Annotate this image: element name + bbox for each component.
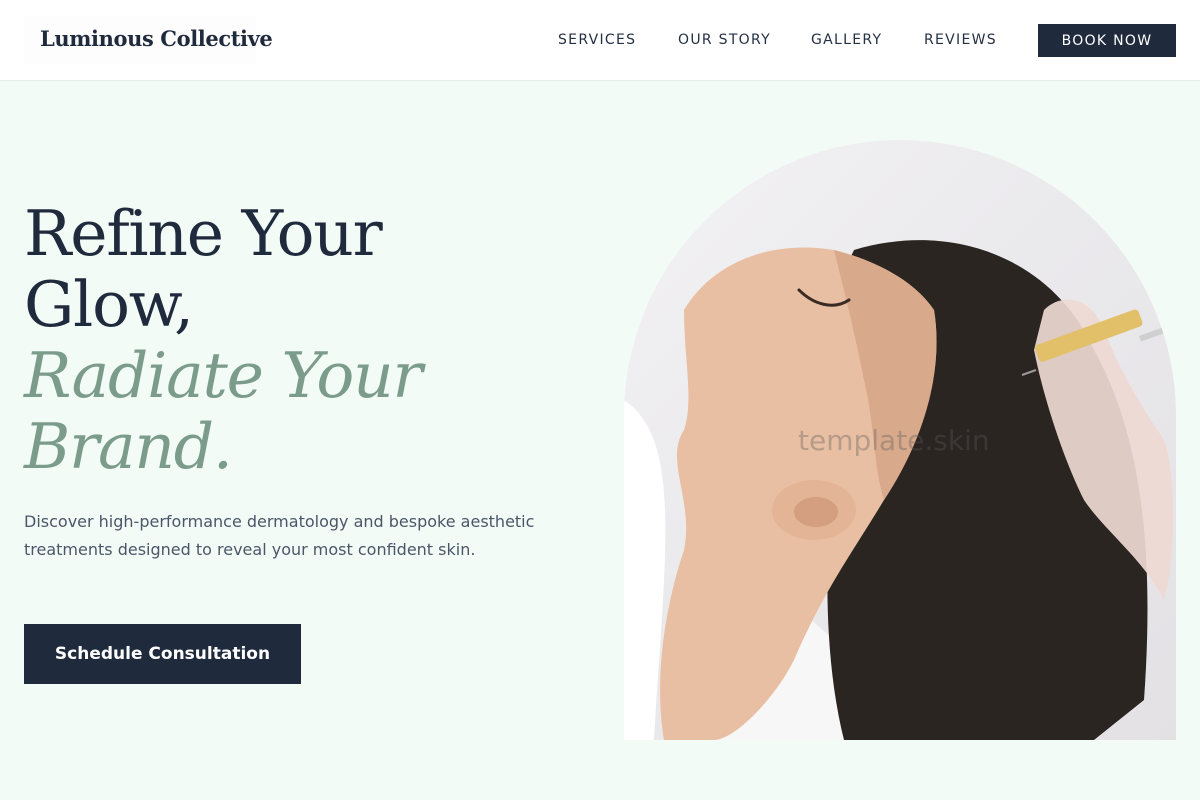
syringe-plunger — [1138, 325, 1170, 342]
brand-logo[interactable]: Luminous Collective — [40, 26, 273, 51]
hero-title-accent-line: Radiate Your — [24, 339, 423, 412]
nav-link-our-story[interactable]: OUR STORY — [678, 32, 771, 48]
hero-description: Discover high-performance dermatology an… — [24, 512, 535, 559]
schedule-consultation-button[interactable]: Schedule Consultation — [24, 624, 301, 684]
hero-title-line: Refine Your — [24, 197, 383, 270]
hero-title-accent-line: Brand. — [24, 410, 233, 483]
pillow-shape — [624, 400, 666, 740]
hero-title: Refine Your Glow, Radiate Your Brand. — [24, 198, 564, 482]
watermark-text: template.skin — [798, 424, 990, 457]
nav-link-gallery[interactable]: GALLERY — [811, 32, 882, 48]
site-header: Luminous Collective SERVICES OUR STORY G… — [0, 0, 1200, 81]
hero-title-line: Glow, — [24, 268, 194, 341]
logo-block[interactable]: Luminous Collective — [24, 16, 273, 64]
nav-link-reviews[interactable]: REVIEWS — [924, 32, 997, 48]
nav-link-services[interactable]: SERVICES — [558, 32, 636, 48]
ear-inner — [794, 497, 838, 527]
book-now-button[interactable]: BOOK NOW — [1038, 24, 1176, 57]
